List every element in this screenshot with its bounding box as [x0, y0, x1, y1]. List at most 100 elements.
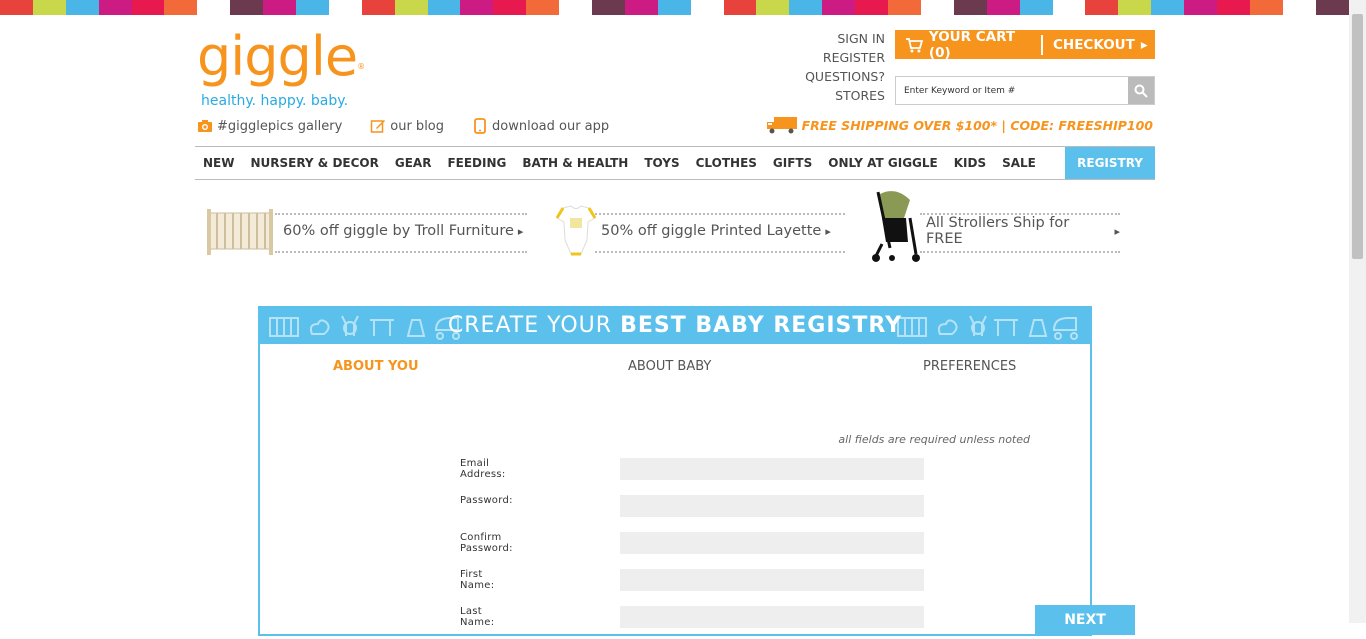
register-link[interactable]: REGISTER — [805, 48, 885, 67]
stripe-segment — [1019, 0, 1053, 15]
search-input[interactable] — [896, 77, 1128, 104]
registry-panel: CREATE YOUR BEST BABY REGISTRY ABOUT YOU … — [258, 306, 1092, 636]
first-name-field[interactable] — [620, 569, 924, 591]
stripe-segment — [789, 0, 823, 15]
stores-link[interactable]: STORES — [805, 86, 885, 105]
checkout-button[interactable]: CHECKOUT ▸ — [1043, 37, 1148, 53]
stripe-segment — [920, 0, 954, 15]
blog-link[interactable]: our blog — [370, 118, 444, 134]
stripe-segment — [1216, 0, 1250, 15]
sign-in-link[interactable]: SIGN IN — [805, 29, 885, 48]
baby-icons-left — [266, 310, 466, 340]
nav-registry[interactable]: REGISTRY — [1065, 147, 1155, 179]
nav-new[interactable]: NEW — [195, 147, 242, 179]
nav-gear[interactable]: GEAR — [387, 147, 440, 179]
email-field[interactable] — [620, 458, 924, 480]
logo-text: giggle — [197, 25, 358, 88]
nav-nursery-decor[interactable]: NURSERY & DECOR — [242, 147, 386, 179]
stripe-segment — [1151, 0, 1185, 15]
stripe-segment — [855, 0, 889, 15]
cart-button[interactable]: YOUR CART (0) — [895, 29, 1041, 61]
stripe-segment — [1249, 0, 1283, 15]
stripe-segment — [1315, 0, 1349, 15]
pencil-icon — [371, 120, 386, 133]
promo-layette-label: 50% off giggle Printed Layette — [601, 223, 822, 239]
next-button[interactable]: NEXT — [1035, 605, 1135, 635]
promo-strip: 60% off giggle by Troll Furniture ▸ 50% o… — [205, 191, 1125, 267]
stripe-segment — [690, 0, 724, 15]
promo-furniture[interactable]: 60% off giggle by Troll Furniture ▸ — [205, 201, 527, 261]
tagline: healthy. happy. baby. — [201, 93, 349, 109]
phone-icon — [474, 118, 486, 134]
account-links: SIGN IN REGISTER QUESTIONS? STORES — [805, 29, 885, 105]
nav-feeding[interactable]: FEEDING — [439, 147, 514, 179]
scrollbar-thumb[interactable] — [1352, 14, 1363, 259]
cart-label: YOUR CART (0) — [928, 28, 1016, 61]
logo[interactable]: giggle® — [197, 25, 365, 88]
last-name-field[interactable] — [620, 606, 924, 628]
questions-link[interactable]: QUESTIONS? — [805, 67, 885, 86]
banner-title-light: CREATE YOUR — [447, 312, 613, 338]
stripe-segment — [0, 0, 33, 15]
stripe-segment — [131, 0, 165, 15]
first-name-label: First Name: — [460, 569, 495, 591]
stripe-segment — [1282, 0, 1316, 15]
checkout-label: CHECKOUT — [1053, 36, 1135, 53]
password-field[interactable] — [620, 495, 924, 517]
chevron-right-icon: ▸ — [517, 224, 524, 238]
promo-strollers[interactable]: All Strollers Ship for FREE ▸ — [870, 191, 1120, 262]
shipping-banner[interactable]: FREE SHIPPING OVER $100* | CODE: FREESHI… — [766, 116, 1153, 134]
crib-icon — [207, 209, 273, 255]
stripe-segment — [32, 0, 66, 15]
stripe-segment — [1184, 0, 1217, 15]
registry-banner: CREATE YOUR BEST BABY REGISTRY — [258, 306, 1092, 344]
scrollbar[interactable] — [1349, 0, 1366, 623]
app-link[interactable]: download our app — [472, 118, 609, 134]
onesie-icon — [555, 205, 597, 256]
baby-icons-right — [894, 310, 1084, 340]
truck-icon — [766, 117, 797, 134]
main-nav: NEW NURSERY & DECOR GEAR FEEDING BATH & … — [195, 146, 1155, 180]
gallery-link[interactable]: #gigglepics gallery — [197, 118, 342, 134]
promo-strollers-label: All Strollers Ship for FREE — [925, 215, 1070, 247]
app-link-label: download our app — [492, 118, 610, 134]
search-button[interactable] — [1128, 77, 1154, 104]
camera-icon — [198, 120, 212, 132]
stripe-segment — [427, 0, 461, 15]
stripe-segment — [822, 0, 856, 15]
nav-kids[interactable]: KIDS — [946, 147, 994, 179]
stripe-segment — [493, 0, 527, 15]
stripe-segment — [361, 0, 395, 15]
stripe-segment — [953, 0, 987, 15]
step-preferences[interactable]: PREFERENCES — [923, 359, 1016, 374]
email-label: Email Address: — [460, 458, 506, 480]
stripe-segment — [1052, 0, 1086, 15]
nav-bath-health[interactable]: BATH & HEALTH — [514, 147, 636, 179]
stripe-segment — [263, 0, 297, 15]
nav-sale[interactable]: SALE — [994, 147, 1044, 179]
chevron-right-icon: ▸ — [1114, 224, 1120, 238]
stripe-segment — [65, 0, 99, 15]
stripe-segment — [296, 0, 329, 15]
confirm-password-field[interactable] — [620, 532, 924, 554]
stripe-segment — [559, 0, 593, 15]
stripe-segment — [756, 0, 790, 15]
step-about-you[interactable]: ABOUT YOU — [333, 359, 419, 374]
promo-layette[interactable]: 50% off giggle Printed Layette ▸ — [555, 201, 845, 261]
stripe-segment — [1118, 0, 1152, 15]
nav-toys[interactable]: TOYS — [636, 147, 687, 179]
blog-link-label: our blog — [390, 118, 445, 134]
nav-only-at-giggle[interactable]: ONLY AT GIGGLE — [820, 147, 945, 179]
stroller-icon — [871, 191, 920, 262]
stripe-segment — [394, 0, 428, 15]
nav-clothes[interactable]: CLOTHES — [688, 147, 765, 179]
cart-icon — [905, 37, 923, 52]
stripe-segment — [197, 0, 231, 15]
stripe-segment — [624, 0, 658, 15]
search-icon — [1134, 84, 1148, 98]
nav-gifts[interactable]: GIFTS — [765, 147, 820, 179]
step-about-baby[interactable]: ABOUT BABY — [628, 359, 711, 374]
stripe-segment — [592, 0, 625, 15]
promo-furniture-label: 60% off giggle by Troll Furniture — [283, 223, 514, 239]
stripe-segment — [526, 0, 560, 15]
